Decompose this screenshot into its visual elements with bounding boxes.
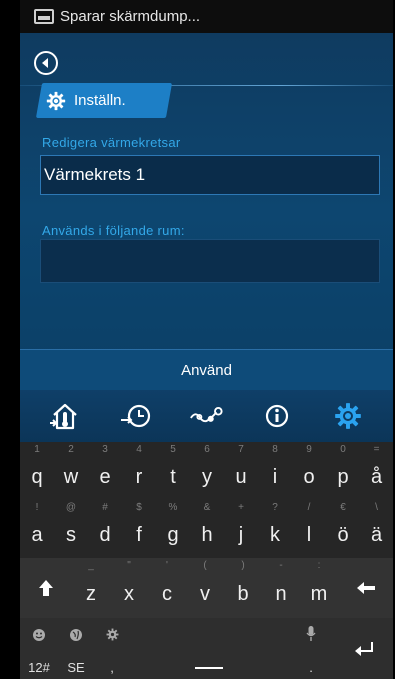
tab-settings[interactable]: Inställn. xyxy=(46,83,126,118)
graph-icon xyxy=(190,407,224,423)
key-t[interactable]: 5t xyxy=(156,442,190,500)
app-content: Inställn. Redigera värmekretsar Värmekre… xyxy=(20,33,393,389)
home-temperature-icon xyxy=(50,403,78,430)
key-q[interactable]: 1q xyxy=(20,442,54,500)
bottom-nav xyxy=(20,390,393,442)
key-a[interactable]: ! a xyxy=(20,500,54,558)
key-s[interactable]: @ s xyxy=(54,500,88,558)
backspace-key[interactable] xyxy=(338,558,393,618)
enter-key[interactable] xyxy=(334,618,393,679)
settings-icon xyxy=(334,403,361,429)
globe-icon xyxy=(70,629,82,641)
nav-graph[interactable] xyxy=(188,398,224,434)
key-r[interactable]: 4r xyxy=(122,442,156,500)
key-d[interactable]: # d xyxy=(88,500,122,558)
circuit-name-value: Värmekrets 1 xyxy=(44,165,146,184)
back-icon xyxy=(42,58,48,68)
gear-icon xyxy=(46,91,66,110)
nav-settings[interactable] xyxy=(330,398,366,434)
key-b[interactable]: ) b xyxy=(224,558,262,618)
apply-button[interactable]: Använd xyxy=(20,349,393,390)
key-h[interactable]: & h xyxy=(190,500,224,558)
keyboard: 1q 2w 3e 4r 5t 6y 7u 8i 9o 0p = å ! a @ s #… xyxy=(20,442,393,679)
key-v[interactable]: (v xyxy=(186,558,224,618)
key-l[interactable]: / l xyxy=(292,500,326,558)
key-j[interactable]: + j xyxy=(224,500,258,558)
nav-info[interactable] xyxy=(259,398,295,434)
keyboard-row-3: _ z " x ' c (v ) b -n :m xyxy=(20,558,393,618)
key-a-umlaut[interactable]: \ ä xyxy=(360,500,393,558)
apply-label: Använd xyxy=(181,361,232,379)
circuit-label: Redigera värmekretsar xyxy=(42,135,181,150)
emoji-icon xyxy=(33,629,45,641)
shift-key[interactable] xyxy=(20,558,72,618)
key-o[interactable]: 9o xyxy=(292,442,326,500)
space-key[interactable] xyxy=(130,618,288,679)
nav-home-temperature[interactable] xyxy=(47,398,83,434)
key-n[interactable]: -n xyxy=(262,558,300,618)
language-key[interactable]: SE xyxy=(58,618,94,679)
status-notification: Sparar skärmdump... xyxy=(60,8,201,25)
space-bar-indicator xyxy=(195,667,223,669)
circuit-name-input[interactable]: Värmekrets 1 xyxy=(40,155,380,195)
period-mic-key[interactable]: . xyxy=(288,618,334,679)
tab-settings-label: Inställn. xyxy=(74,92,126,109)
back-button[interactable] xyxy=(34,51,58,75)
keyboard-row-1: 1q 2w 3e 4r 5t 6y 7u 8i 9o 0p = å xyxy=(20,442,393,500)
key-i[interactable]: 8i xyxy=(258,442,292,500)
key-x[interactable]: " x xyxy=(110,558,148,618)
key-u[interactable]: 7u xyxy=(224,442,258,500)
enter-icon xyxy=(354,641,373,656)
key-g[interactable]: % g xyxy=(156,500,190,558)
info-icon xyxy=(265,404,289,428)
schedule-icon xyxy=(120,404,150,428)
key-c[interactable]: ' c xyxy=(148,558,186,618)
rooms-list[interactable] xyxy=(40,239,380,283)
key-m[interactable]: :m xyxy=(300,558,338,618)
comma-settings-key[interactable]: , xyxy=(94,618,130,679)
shift-icon xyxy=(39,580,53,596)
key-k[interactable]: ? k xyxy=(258,500,292,558)
rooms-label: Används i följande rum: xyxy=(42,223,185,238)
key-z[interactable]: _ z xyxy=(72,558,110,618)
status-bar: Sparar skärmdump... xyxy=(20,0,393,33)
key-p[interactable]: 0p xyxy=(326,442,360,500)
keyboard-row-2: ! a @ s # d $ f % g & h + j ? k / l € ö \ ä xyxy=(20,500,393,558)
device-screen: Sparar skärmdump... Inställn. Redigera v… xyxy=(20,0,393,679)
screenshot-icon xyxy=(34,9,54,24)
key-e[interactable]: 3e xyxy=(88,442,122,500)
key-a-ring[interactable]: = å xyxy=(360,442,393,500)
key-w[interactable]: 2w xyxy=(54,442,88,500)
symbols-key[interactable]: 12# xyxy=(20,618,58,679)
key-o-umlaut[interactable]: € ö xyxy=(326,500,360,558)
settings-small-icon xyxy=(106,628,118,641)
key-y[interactable]: 6y xyxy=(190,442,224,500)
nav-schedule[interactable] xyxy=(118,398,154,434)
microphone-icon xyxy=(306,626,316,641)
backspace-icon xyxy=(356,582,375,594)
keyboard-row-4: 12# SE , . xyxy=(20,618,393,679)
key-f[interactable]: $ f xyxy=(122,500,156,558)
